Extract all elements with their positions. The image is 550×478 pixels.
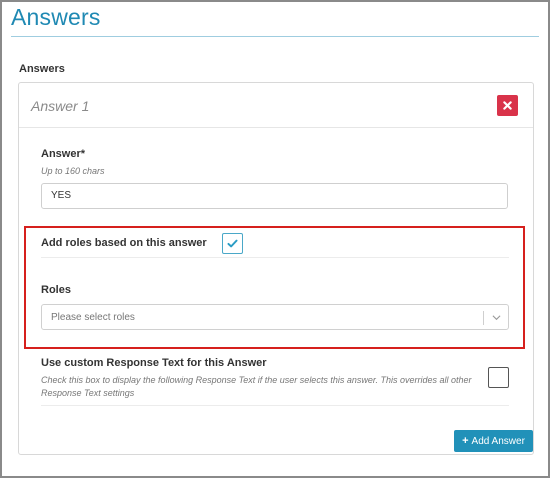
title-divider: [11, 36, 539, 37]
delete-answer-button[interactable]: [497, 95, 518, 116]
answer-panel-title: Answer 1: [31, 98, 90, 114]
answer-field-label: Answer*: [41, 148, 86, 160]
custom-response-label: Use custom Response Text for this Answer: [41, 357, 267, 369]
answer-input[interactable]: YES: [41, 183, 508, 209]
custom-response-checkbox[interactable]: [488, 367, 509, 388]
close-icon: [503, 101, 512, 110]
custom-response-divider: [41, 405, 509, 406]
highlight-annotation-box: [24, 226, 525, 349]
answers-section-label: Answers: [19, 63, 65, 75]
answer-field-hint: Up to 160 chars: [41, 166, 105, 176]
add-answer-button[interactable]: + Add Answer: [454, 430, 533, 452]
plus-icon: +: [462, 435, 469, 447]
add-answer-label: Add Answer: [471, 435, 525, 447]
page-title: Answers: [11, 4, 101, 30]
custom-response-hint: Check this box to display the following …: [41, 375, 472, 398]
answer-panel-header: Answer 1: [19, 83, 533, 128]
